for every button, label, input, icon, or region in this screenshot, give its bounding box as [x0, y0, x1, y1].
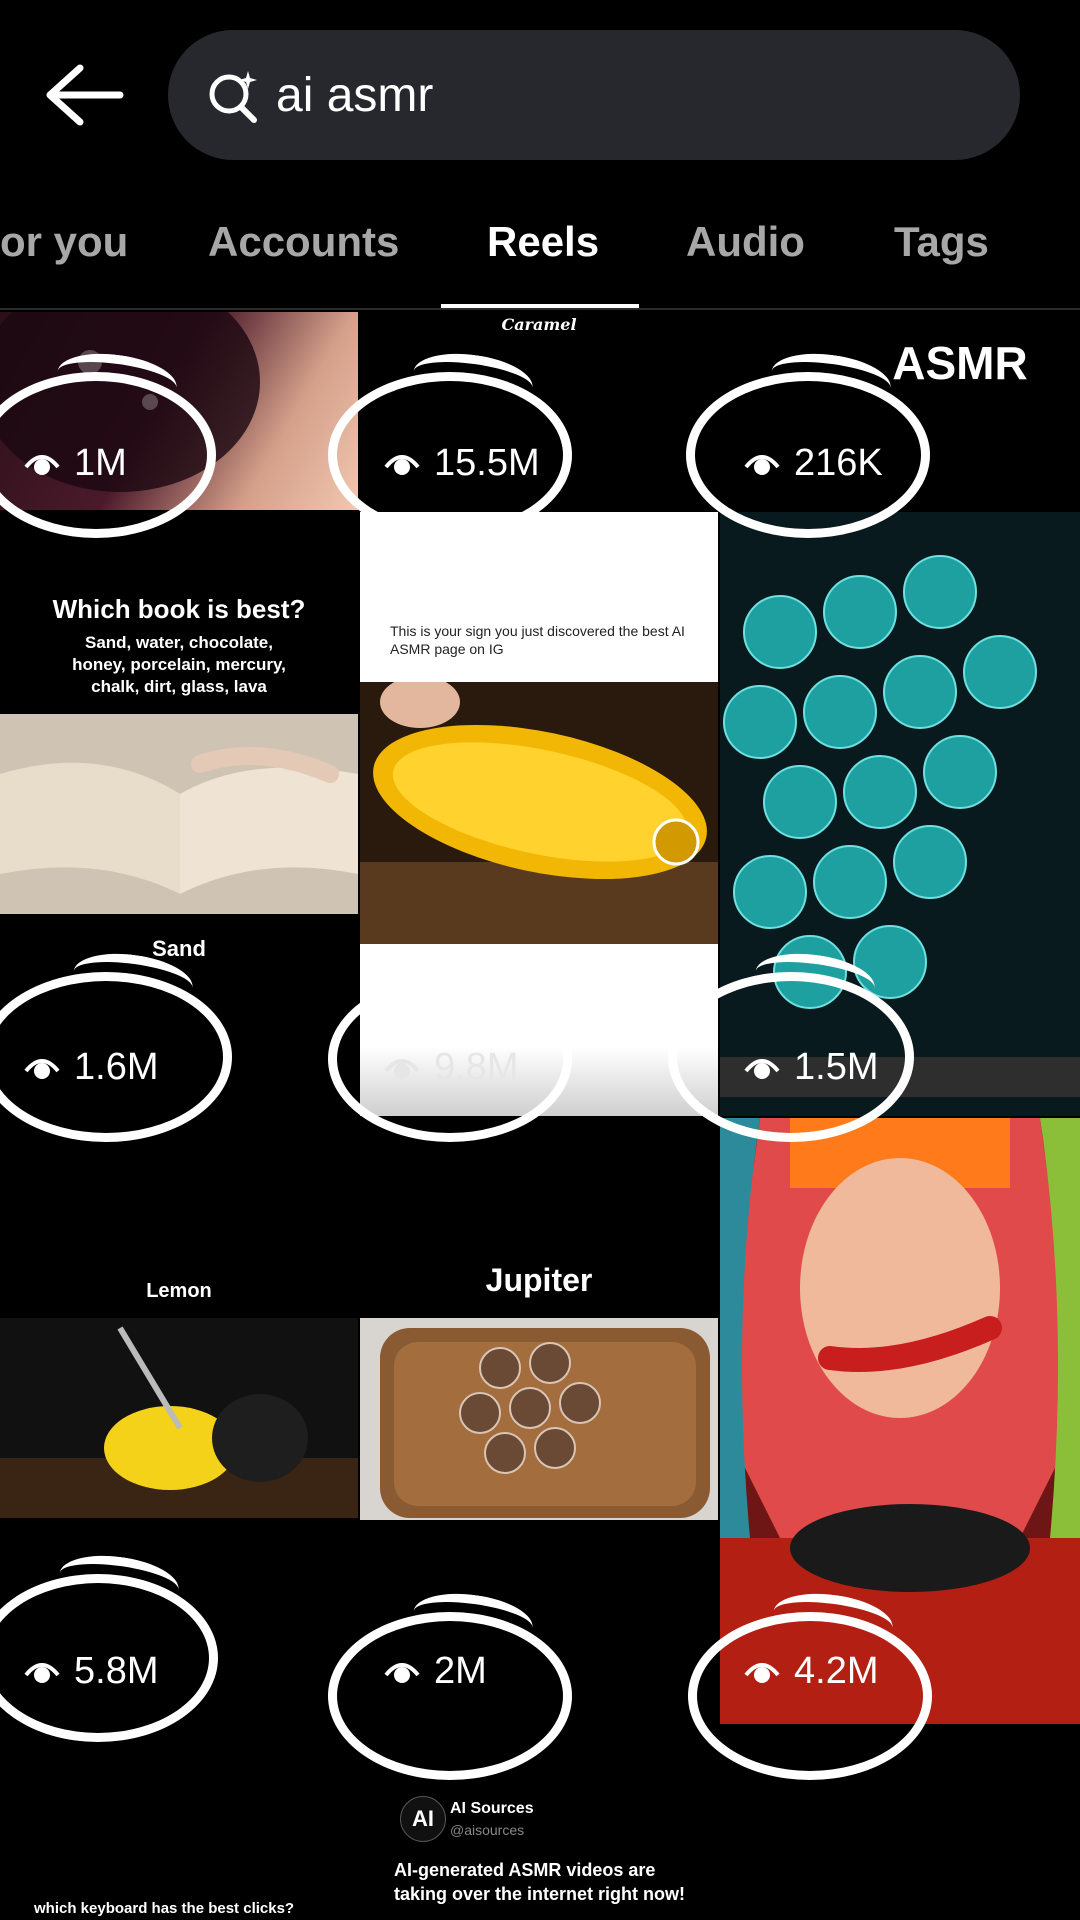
lemon-image	[0, 1318, 358, 1518]
reel-overlay-text: Lemon	[146, 1280, 212, 1302]
reel-caption: which keyboard has the best clicks?	[34, 1900, 295, 1917]
tab-for-you[interactable]: or you	[0, 218, 128, 266]
avatar-text: AI	[412, 1806, 434, 1831]
highlight-circle	[328, 976, 572, 1142]
highlight-circle	[0, 972, 232, 1142]
header: ai asmr	[0, 0, 1080, 190]
toast-image	[360, 1318, 718, 1520]
tab-accounts[interactable]: Accounts	[208, 218, 399, 266]
active-tab-indicator	[441, 304, 639, 308]
avatar[interactable]: AI	[400, 1796, 446, 1842]
reel-heading: Which book is best?	[52, 594, 306, 624]
post-caption: AI-generated ASMR videos are taking over…	[394, 1860, 686, 1904]
highlight-circle	[328, 372, 572, 538]
search-sparkle-icon	[209, 71, 257, 123]
reel-overlay-text: Sand	[152, 936, 206, 961]
search-input[interactable]: ai asmr	[276, 66, 433, 126]
tab-tags[interactable]: Tags	[894, 218, 989, 266]
reel-overlay-text: This is your sign you just discovered th…	[390, 623, 685, 657]
corn-image	[360, 682, 718, 944]
account-name[interactable]: AI Sources	[450, 1800, 534, 1818]
tab-reels[interactable]: Reels	[487, 218, 599, 266]
search-bar[interactable]: ai asmr	[168, 30, 1020, 160]
tab-audio[interactable]: Audio	[686, 218, 805, 266]
reel-overlay-text: Jupiter	[485, 1262, 593, 1298]
account-handle: @aisources	[450, 1822, 525, 1838]
highlight-circle	[688, 1612, 932, 1780]
reel-overlay-text: Caramel	[501, 315, 577, 334]
highlight-circle	[668, 972, 914, 1142]
reel-subheading: Sand, water, chocolate, honey, porcelain…	[72, 633, 286, 696]
highlight-circle	[328, 1612, 572, 1780]
highlight-circle	[686, 372, 930, 538]
back-arrow-icon[interactable]	[40, 60, 130, 130]
reel-text-card: This is your sign you just discovered th…	[360, 512, 718, 682]
book-image	[0, 714, 358, 914]
search-tabs: or you Accounts Reels Audio Tags	[0, 190, 1080, 310]
